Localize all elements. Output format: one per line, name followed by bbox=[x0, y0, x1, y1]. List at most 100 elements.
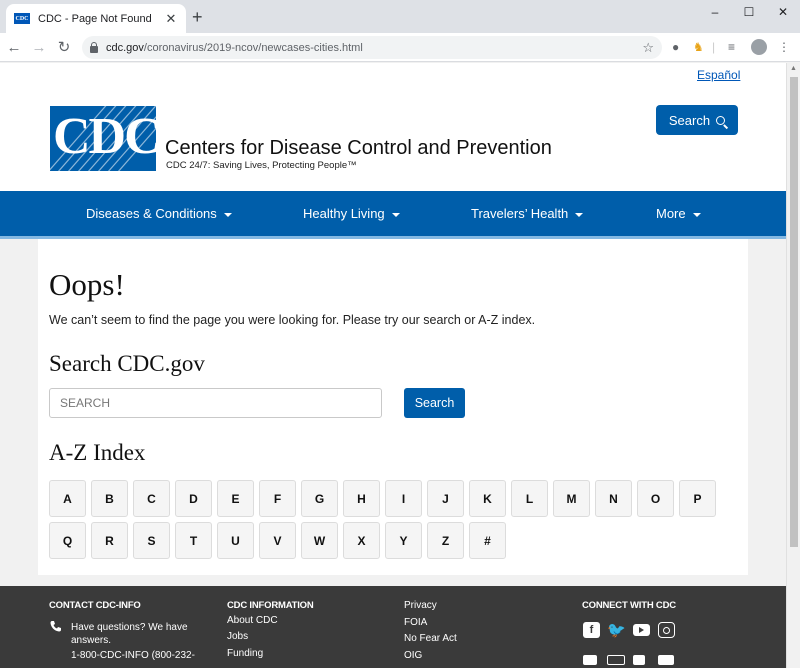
podcast-icon[interactable] bbox=[583, 655, 597, 665]
az-index-letter[interactable]: # bbox=[469, 522, 506, 559]
nav-more[interactable]: More bbox=[656, 206, 701, 221]
az-index-letter[interactable]: B bbox=[91, 480, 128, 517]
scroll-up-arrow-icon[interactable]: ▲ bbox=[790, 65, 797, 72]
connect-heading: CONNECT WITH CDC bbox=[582, 600, 676, 611]
window-controls: – ☐ ✕ bbox=[698, 0, 800, 24]
contact-line: answers. bbox=[71, 635, 112, 646]
extension-circle-icon[interactable]: ● bbox=[672, 40, 679, 54]
caret-down-icon bbox=[223, 212, 232, 217]
az-index-letter[interactable]: G bbox=[301, 480, 338, 517]
az-index-letter[interactable]: O bbox=[637, 480, 674, 517]
search-input[interactable] bbox=[49, 388, 382, 418]
close-window-button[interactable]: ✕ bbox=[766, 0, 800, 24]
az-index-letter[interactable]: Q bbox=[49, 522, 86, 559]
bookmark-star-icon[interactable]: ☆ bbox=[642, 40, 654, 56]
site-footer: CONTACT CDC-INFO Have questions? We have… bbox=[0, 586, 786, 668]
az-index-letter[interactable]: N bbox=[595, 480, 632, 517]
footer-link-privacy[interactable]: Privacy bbox=[404, 600, 437, 611]
youtube-icon[interactable] bbox=[633, 624, 650, 636]
reading-list-icon[interactable]: ≡ bbox=[728, 40, 735, 54]
contact-heading: CONTACT CDC-INFO bbox=[49, 600, 141, 611]
rss-icon[interactable] bbox=[633, 655, 645, 665]
cdc-logo[interactable]: CDC bbox=[50, 106, 156, 171]
logo-text: CDC bbox=[53, 108, 156, 165]
maximize-button[interactable]: ☐ bbox=[732, 0, 766, 24]
caret-down-icon bbox=[391, 212, 400, 217]
forward-arrow-icon[interactable]: → bbox=[28, 39, 50, 56]
footer-link-no-fear-act[interactable]: No Fear Act bbox=[404, 633, 457, 644]
tab-close-icon[interactable]: ✕ bbox=[164, 11, 178, 27]
az-index-letter[interactable]: T bbox=[175, 522, 212, 559]
phone-icon bbox=[50, 621, 61, 632]
az-index-letter[interactable]: S bbox=[133, 522, 170, 559]
browser-tab-bar: CDC CDC - Page Not Found ✕ + – ☐ ✕ bbox=[0, 0, 800, 33]
site-header: Español CDC Centers for Disease Control … bbox=[0, 63, 786, 191]
az-index-letter[interactable]: X bbox=[343, 522, 380, 559]
browser-tab[interactable]: CDC CDC - Page Not Found ✕ bbox=[6, 4, 186, 33]
browser-toolbar: ← → ↻ cdc.gov/coronavirus/2019-ncov/newc… bbox=[0, 33, 800, 62]
page-scrollbar[interactable]: ▲ bbox=[786, 63, 800, 668]
toolbar-divider: | bbox=[712, 40, 716, 54]
main-navigation: Diseases & Conditions Healthy Living Tra… bbox=[0, 191, 786, 239]
nav-diseases-conditions[interactable]: Diseases & Conditions bbox=[86, 206, 232, 221]
az-index-letter[interactable]: F bbox=[259, 480, 296, 517]
footer-link-about[interactable]: About CDC bbox=[227, 615, 278, 626]
az-index-letter[interactable]: Z bbox=[427, 522, 464, 559]
profile-avatar[interactable] bbox=[751, 39, 767, 55]
search-icon bbox=[716, 115, 726, 125]
reload-icon[interactable]: ↻ bbox=[53, 38, 75, 56]
tagline: CDC 24/7: Saving Lives, Protecting Peopl… bbox=[166, 160, 357, 171]
cdc-favicon-icon: CDC bbox=[14, 13, 30, 24]
footer-link-funding[interactable]: Funding bbox=[227, 648, 263, 659]
page-viewport: Español CDC Centers for Disease Control … bbox=[0, 63, 786, 668]
back-arrow-icon[interactable]: ← bbox=[3, 39, 25, 56]
footer-link-jobs[interactable]: Jobs bbox=[227, 631, 248, 642]
address-bar[interactable]: cdc.gov/coronavirus/2019-ncov/newcases-c… bbox=[82, 36, 662, 59]
az-index-letter[interactable]: U bbox=[217, 522, 254, 559]
twitter-icon[interactable]: 🐦 bbox=[607, 622, 626, 639]
search-button[interactable]: Search bbox=[404, 388, 465, 418]
az-index-letter[interactable]: R bbox=[91, 522, 128, 559]
language-link[interactable]: Español bbox=[697, 68, 740, 82]
contact-line: Have questions? We have bbox=[71, 622, 188, 633]
az-index-letter[interactable]: K bbox=[469, 480, 506, 517]
caret-down-icon bbox=[575, 212, 584, 217]
browser-menu-icon[interactable]: ⋮ bbox=[778, 40, 790, 54]
az-index-letter[interactable]: E bbox=[217, 480, 254, 517]
cdc-information-heading: CDC INFORMATION bbox=[227, 600, 314, 611]
nav-travelers-health[interactable]: Travelers’ Health bbox=[471, 206, 584, 221]
az-index-letter[interactable]: P bbox=[679, 480, 716, 517]
az-index-letter[interactable]: C bbox=[133, 480, 170, 517]
scroll-thumb[interactable] bbox=[790, 77, 798, 547]
organization-name: Centers for Disease Control and Preventi… bbox=[165, 137, 552, 159]
az-index-letter[interactable]: L bbox=[511, 480, 548, 517]
new-tab-button[interactable]: + bbox=[192, 8, 203, 26]
contact-phone[interactable]: 1-800-CDC-INFO (800-232- bbox=[71, 650, 195, 661]
az-index-letter[interactable]: V bbox=[259, 522, 296, 559]
header-search-button[interactable]: Search bbox=[656, 105, 738, 135]
minimize-button[interactable]: – bbox=[698, 0, 732, 24]
az-index-heading: A-Z Index bbox=[49, 440, 146, 465]
az-index-letter[interactable]: W bbox=[301, 522, 338, 559]
az-index-letter[interactable]: I bbox=[385, 480, 422, 517]
az-index-letter[interactable]: A bbox=[49, 480, 86, 517]
footer-link-oig[interactable]: OIG bbox=[404, 650, 422, 661]
nav-healthy-living[interactable]: Healthy Living bbox=[303, 206, 400, 221]
instagram-icon[interactable] bbox=[658, 622, 675, 638]
az-index-letter[interactable]: D bbox=[175, 480, 212, 517]
footer-link-foia[interactable]: FOIA bbox=[404, 617, 427, 628]
url-text[interactable]: cdc.gov/coronavirus/2019-ncov/newcases-c… bbox=[106, 42, 642, 54]
az-index-letter[interactable]: M bbox=[553, 480, 590, 517]
lock-icon bbox=[90, 41, 98, 53]
extension-figure-icon[interactable]: ♞ bbox=[693, 40, 704, 54]
facebook-icon[interactable]: f bbox=[583, 622, 600, 638]
email-icon[interactable] bbox=[658, 655, 674, 665]
az-index-letter[interactable]: J bbox=[427, 480, 464, 517]
page-title: Oops! bbox=[49, 267, 125, 302]
az-index-letter[interactable]: Y bbox=[385, 522, 422, 559]
tv-icon[interactable] bbox=[607, 655, 625, 665]
az-index-letter[interactable]: H bbox=[343, 480, 380, 517]
tab-title: CDC - Page Not Found bbox=[38, 12, 152, 25]
not-found-message: We can’t seem to find the page you were … bbox=[49, 313, 536, 327]
caret-down-icon bbox=[692, 212, 701, 217]
